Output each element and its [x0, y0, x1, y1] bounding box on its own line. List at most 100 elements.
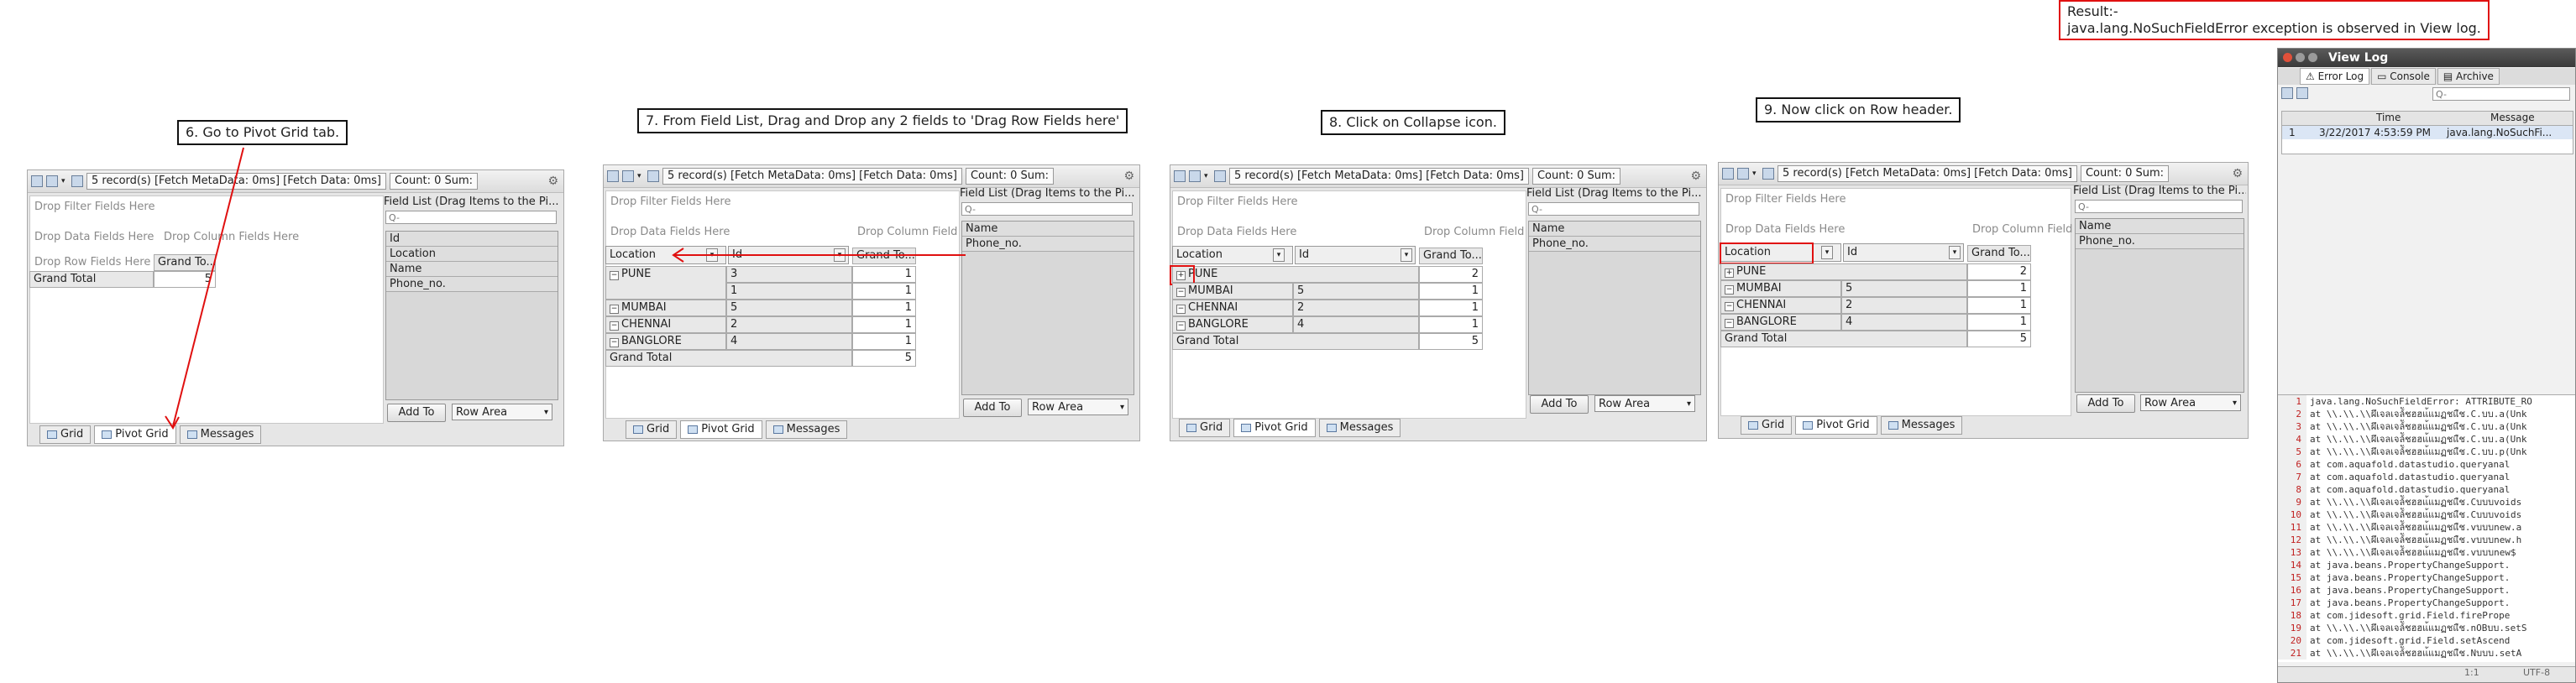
field-item[interactable]: Phone_no. — [386, 277, 558, 292]
collapse-icon[interactable]: − — [1176, 305, 1186, 314]
location-filter-button[interactable]: ▾ — [1821, 246, 1833, 259]
settings-icon[interactable]: ⚙ — [1123, 169, 1134, 183]
row-location[interactable]: − BANGLORE — [1720, 314, 1841, 331]
grid-icon[interactable] — [607, 170, 619, 182]
tab-grid[interactable]: Grid — [626, 420, 678, 439]
collapse-icon[interactable]: − — [1725, 319, 1734, 328]
grid-icon[interactable] — [1722, 168, 1734, 180]
collapse-icon[interactable]: − — [610, 338, 619, 347]
close-icon[interactable] — [2283, 53, 2292, 62]
settings-icon[interactable]: ⚙ — [1690, 169, 1701, 183]
tab-messages[interactable]: Messages — [179, 425, 262, 444]
field-search-input[interactable]: Q- — [385, 211, 557, 224]
grand-to-header[interactable]: Grand To... — [1967, 245, 2031, 262]
export-icon[interactable] — [46, 175, 58, 187]
settings-icon[interactable]: ⚙ — [547, 175, 558, 188]
add-to-button[interactable]: Add To — [387, 404, 446, 422]
refresh-icon[interactable] — [71, 175, 83, 187]
expand-icon[interactable]: + — [1725, 269, 1734, 278]
col-time[interactable]: Time — [2376, 112, 2401, 123]
grand-to-header[interactable]: Grand To... — [852, 248, 916, 264]
field-item[interactable]: Location — [386, 247, 558, 262]
row-location[interactable]: + PUNE — [1720, 263, 1967, 280]
add-to-button[interactable]: Add To — [2076, 394, 2135, 413]
tab-error-log[interactable]: ⚠ Error Log — [2300, 68, 2370, 85]
row-area-select[interactable]: Row Area — [452, 404, 552, 421]
row-location[interactable]: − MUMBAI — [1720, 280, 1841, 297]
field-search-input[interactable]: Q- — [1528, 202, 1699, 216]
row-area-select[interactable]: Row Area — [1594, 395, 1695, 413]
collapse-icon[interactable]: − — [610, 321, 619, 331]
refresh-icon[interactable] — [647, 170, 659, 182]
row-location[interactable]: − CHENNAI — [1172, 300, 1293, 316]
export-icon[interactable] — [1737, 168, 1749, 180]
row-location[interactable]: − BANGLORE — [605, 333, 726, 350]
field-search-input[interactable]: Q- — [2075, 200, 2243, 213]
field-item[interactable]: Name — [1529, 222, 1700, 237]
tab-messages[interactable]: Messages — [1318, 419, 1401, 437]
add-to-button[interactable]: Add To — [1530, 395, 1589, 414]
tab-console[interactable]: ▭ Console — [2371, 68, 2436, 85]
tab-pivot-grid[interactable]: Pivot Grid — [1795, 416, 1877, 435]
row-field-id[interactable]: Id — [1295, 246, 1416, 264]
field-item[interactable]: Phone_no. — [962, 237, 1134, 252]
row-location[interactable]: − BANGLORE — [1172, 316, 1293, 333]
row-location[interactable]: − CHENNAI — [1720, 297, 1841, 314]
row-location[interactable]: − CHENNAI — [605, 316, 726, 333]
refresh-icon[interactable] — [1214, 170, 1226, 182]
field-item[interactable]: Phone_no. — [1529, 237, 1700, 252]
collapse-icon[interactable]: − — [1725, 302, 1734, 311]
tab-grid[interactable]: Grid — [39, 425, 92, 444]
row-location[interactable]: − MUMBAI — [605, 300, 726, 316]
copy-icon[interactable] — [2296, 87, 2308, 99]
location-filter-button[interactable]: ▾ — [706, 248, 718, 262]
log-search-input[interactable]: Q- — [2432, 87, 2570, 101]
grand-to-header[interactable]: Grand To... — [1419, 248, 1483, 264]
tab-messages[interactable]: Messages — [765, 420, 848, 439]
grid-icon[interactable] — [1174, 170, 1186, 182]
maximize-icon[interactable] — [2308, 53, 2317, 62]
row-location[interactable]: − MUMBAI — [1172, 283, 1293, 300]
minimize-icon[interactable] — [2296, 53, 2305, 62]
collapse-icon[interactable]: − — [1725, 285, 1734, 295]
tab-archive[interactable]: ▤ Archive — [2437, 68, 2500, 85]
id-filter-button[interactable]: ▾ — [1949, 246, 1961, 259]
id-filter-button[interactable]: ▾ — [834, 248, 846, 262]
log-row[interactable]: 1 3/22/2017 4:53:59 PM java.lang.NoSuchF… — [2282, 126, 2573, 139]
tab-grid[interactable]: Grid — [1741, 416, 1793, 435]
location-filter-button[interactable]: ▾ — [1273, 248, 1285, 262]
row-area-select[interactable]: Row Area — [1028, 399, 1128, 416]
chevron-down-icon[interactable]: ▾ — [637, 170, 644, 182]
tab-pivot-grid[interactable]: Pivot Grid — [680, 420, 762, 439]
field-item[interactable]: Id — [386, 232, 558, 247]
row-area-select[interactable]: Row Area — [2140, 394, 2241, 412]
field-item[interactable]: Name — [386, 262, 558, 277]
chevron-down-icon[interactable]: ▾ — [1752, 168, 1759, 180]
settings-icon[interactable]: ⚙ — [2232, 167, 2243, 180]
tab-pivot-grid[interactable]: Pivot Grid — [94, 425, 176, 444]
collapse-icon[interactable]: − — [1176, 288, 1186, 297]
id-filter-button[interactable]: ▾ — [1401, 248, 1412, 262]
col-message[interactable]: Message — [2490, 112, 2535, 123]
grid-icon[interactable] — [31, 175, 43, 187]
row-location[interactable]: + PUNE — [1172, 266, 1419, 283]
row-location[interactable]: − PUNE — [605, 266, 726, 300]
refresh-icon[interactable] — [1762, 168, 1774, 180]
field-item[interactable]: Phone_no. — [2076, 234, 2244, 249]
export-icon[interactable] — [1189, 170, 1201, 182]
stack-trace-view[interactable]: 1 java.lang.NoSuchFieldError: ATTRIBUTE_R… — [2278, 394, 2575, 662]
tab-grid[interactable]: Grid — [1179, 419, 1231, 437]
collapse-icon[interactable]: − — [610, 305, 619, 314]
row-field-id[interactable]: Id — [728, 246, 849, 264]
export-icon[interactable] — [622, 170, 634, 182]
tab-pivot-grid[interactable]: Pivot Grid — [1233, 419, 1316, 437]
field-item[interactable]: Name — [2076, 219, 2244, 234]
clear-icon[interactable] — [2281, 87, 2293, 99]
add-to-button[interactable]: Add To — [963, 399, 1022, 417]
collapse-icon[interactable]: − — [610, 271, 619, 280]
row-field-id[interactable]: Id — [1843, 243, 1964, 262]
chevron-down-icon[interactable]: ▾ — [61, 175, 68, 187]
collapse-icon[interactable]: − — [1176, 321, 1186, 331]
field-search-input[interactable]: Q- — [961, 202, 1133, 216]
grand-to-header[interactable]: Grand To... — [154, 254, 216, 271]
